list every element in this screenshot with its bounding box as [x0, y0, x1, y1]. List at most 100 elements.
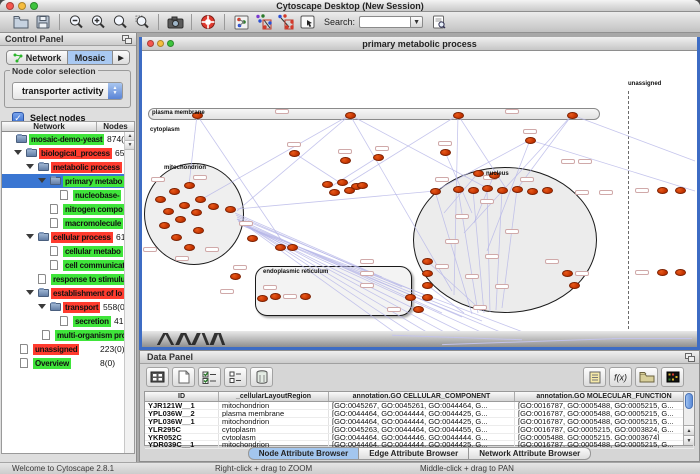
graph-node[interactable] [171, 234, 182, 241]
tree-expand-arrow-icon[interactable] [14, 150, 22, 155]
table-row-ypl036w__1[interactable]: YPL036W__1mitochondrion[GO:0044464, GO:0… [145, 418, 694, 426]
zoom-out-button[interactable] [65, 13, 87, 31]
save-session-button[interactable] [32, 13, 54, 31]
table-row-yjr121w__1[interactable]: YJR121W__1mitochondrion[GO:0045267, GO:0… [145, 402, 694, 410]
column-header-molecular-function[interactable]: annotation.GO MOLECULAR_FUNCTION [515, 392, 694, 401]
network-canvas[interactable]: plasma membrane cytoplasm mitochondrion … [142, 51, 697, 347]
column-header-region[interactable]: _cellularLayoutRegion [219, 392, 329, 401]
graph-node[interactable] [179, 202, 190, 209]
tree-header-nodes[interactable]: Nodes [97, 122, 134, 131]
node-color-select[interactable]: transporter activity ▲▼ [12, 82, 123, 100]
unselect-attributes-button[interactable] [224, 367, 247, 387]
graph-node[interactable] [527, 188, 538, 195]
graph-node[interactable] [257, 295, 268, 302]
float-panel-icon[interactable] [122, 35, 132, 44]
new-attribute-button[interactable] [172, 367, 195, 387]
tree-scrollbar[interactable]: ▲ ▼ [124, 132, 134, 453]
function-builder-button[interactable]: f(x) [609, 367, 632, 387]
graph-node[interactable] [155, 196, 166, 203]
graph-node[interactable] [497, 187, 508, 194]
delete-attribute-button[interactable] [250, 367, 273, 387]
tree-row-macromolecule[interactable]: macromolecule311(0) [2, 216, 124, 230]
graph-node[interactable] [270, 293, 281, 300]
graph-node[interactable] [657, 187, 668, 194]
tree-expand-arrow-icon[interactable] [26, 234, 34, 239]
search-input[interactable] [359, 16, 411, 28]
graph-node[interactable] [525, 137, 536, 144]
tree-row-cellular-metabo[interactable]: cellular metabo209(0) [2, 244, 124, 258]
tree-expand-arrow-icon[interactable] [26, 290, 34, 295]
tab-edge-attribute-browser[interactable]: Edge Attribute Browser [359, 447, 469, 460]
graph-node[interactable] [422, 258, 433, 265]
graph-node[interactable] [430, 188, 441, 195]
attribute-table-button[interactable] [146, 367, 169, 387]
graph-node[interactable] [413, 306, 424, 313]
tree-expand-arrow-icon[interactable] [38, 178, 46, 183]
graph-node[interactable] [405, 294, 416, 301]
tree-header-network[interactable]: Network [2, 122, 97, 131]
scroll-down-icon[interactable]: ▼ [684, 435, 694, 445]
zoom-selected-button[interactable] [131, 13, 153, 31]
graph-node[interactable] [289, 150, 300, 157]
table-row-ylr295c[interactable]: YLR295Ccytoplasm[GO:0045263, GO:0044464,… [145, 426, 694, 434]
graph-node[interactable] [169, 188, 180, 195]
graph-node[interactable] [208, 203, 219, 210]
scroll-up-icon[interactable]: ▲ [684, 425, 694, 435]
graph-node[interactable] [440, 149, 451, 156]
tree-row-cell-communicat[interactable]: cell communicat22(0) [2, 258, 124, 272]
graph-node[interactable] [287, 244, 298, 251]
scroll-up-icon[interactable]: ▲ [125, 132, 135, 141]
tree-row-response-to-stimulu[interactable]: response to stimulu264(0) [2, 272, 124, 286]
graph-node[interactable] [473, 170, 484, 177]
graph-node[interactable] [422, 282, 433, 289]
graph-node[interactable] [562, 270, 573, 277]
graph-node[interactable] [373, 154, 384, 161]
graph-node[interactable] [422, 294, 433, 301]
graph-node[interactable] [482, 185, 493, 192]
graph-node[interactable] [453, 112, 464, 119]
graph-node[interactable] [675, 187, 686, 194]
import-attributes-button[interactable] [635, 367, 658, 387]
annotation-button[interactable] [296, 13, 318, 31]
graph-node[interactable] [453, 186, 464, 193]
column-header-cellular-component[interactable]: annotation.GO CELLULAR_COMPONENT [329, 392, 515, 401]
graph-node[interactable] [275, 244, 286, 251]
scroll-down-icon[interactable]: ▼ [125, 141, 135, 150]
vizmapper-button[interactable] [230, 13, 252, 31]
graph-node[interactable] [184, 244, 195, 251]
graph-node[interactable] [542, 187, 553, 194]
float-panel-icon[interactable] [685, 353, 695, 362]
graph-node[interactable] [675, 269, 686, 276]
snapshot-button[interactable] [164, 13, 186, 31]
notes-button[interactable] [583, 367, 606, 387]
column-header-id[interactable]: ID [145, 392, 219, 401]
tree-row-multi-organism-pro[interactable]: multi-organism pro42(0) [2, 328, 124, 342]
graph-node[interactable] [357, 182, 368, 189]
zoom-fit-button[interactable] [109, 13, 131, 31]
graph-node[interactable] [422, 270, 433, 277]
tree-row-nitrogen-compo[interactable]: nitrogen compo209(0) [2, 202, 124, 216]
tab-node-attribute-browser[interactable]: Node Attribute Browser [248, 447, 360, 460]
tree-row-overview[interactable]: Overview8(0) [2, 356, 124, 370]
tree-row-secretion[interactable]: secretion41(0) [2, 314, 124, 328]
combo-stepper-icon[interactable]: ▲▼ [108, 83, 122, 99]
graph-node[interactable] [512, 186, 523, 193]
tree-expand-arrow-icon[interactable] [38, 304, 46, 309]
tree-row-nucleobase-[interactable]: nucleobase-209(0) [2, 188, 124, 202]
graph-node[interactable] [329, 189, 340, 196]
graph-node[interactable] [163, 208, 174, 215]
tab-mosaic[interactable]: Mosaic [68, 51, 113, 64]
tree-row-unassigned[interactable]: unassigned223(0) [2, 342, 124, 356]
graph-node[interactable] [159, 222, 170, 229]
zoom-in-button[interactable] [87, 13, 109, 31]
table-row-ykr052c[interactable]: YKR052Ccytoplasm[GO:0044464, GO:0044446,… [145, 434, 694, 442]
scrollbar-thumb[interactable] [685, 393, 693, 409]
graph-node[interactable] [195, 196, 206, 203]
graph-node[interactable] [569, 282, 580, 289]
graph-node[interactable] [657, 269, 668, 276]
open-session-button[interactable] [10, 13, 32, 31]
graph-node[interactable] [193, 227, 204, 234]
tree-row-transport[interactable]: transport558(0) [2, 300, 124, 314]
graph-node[interactable] [337, 179, 348, 186]
table-row-ypl036w__2[interactable]: YPL036W__2plasma membrane[GO:0044464, GO… [145, 410, 694, 418]
